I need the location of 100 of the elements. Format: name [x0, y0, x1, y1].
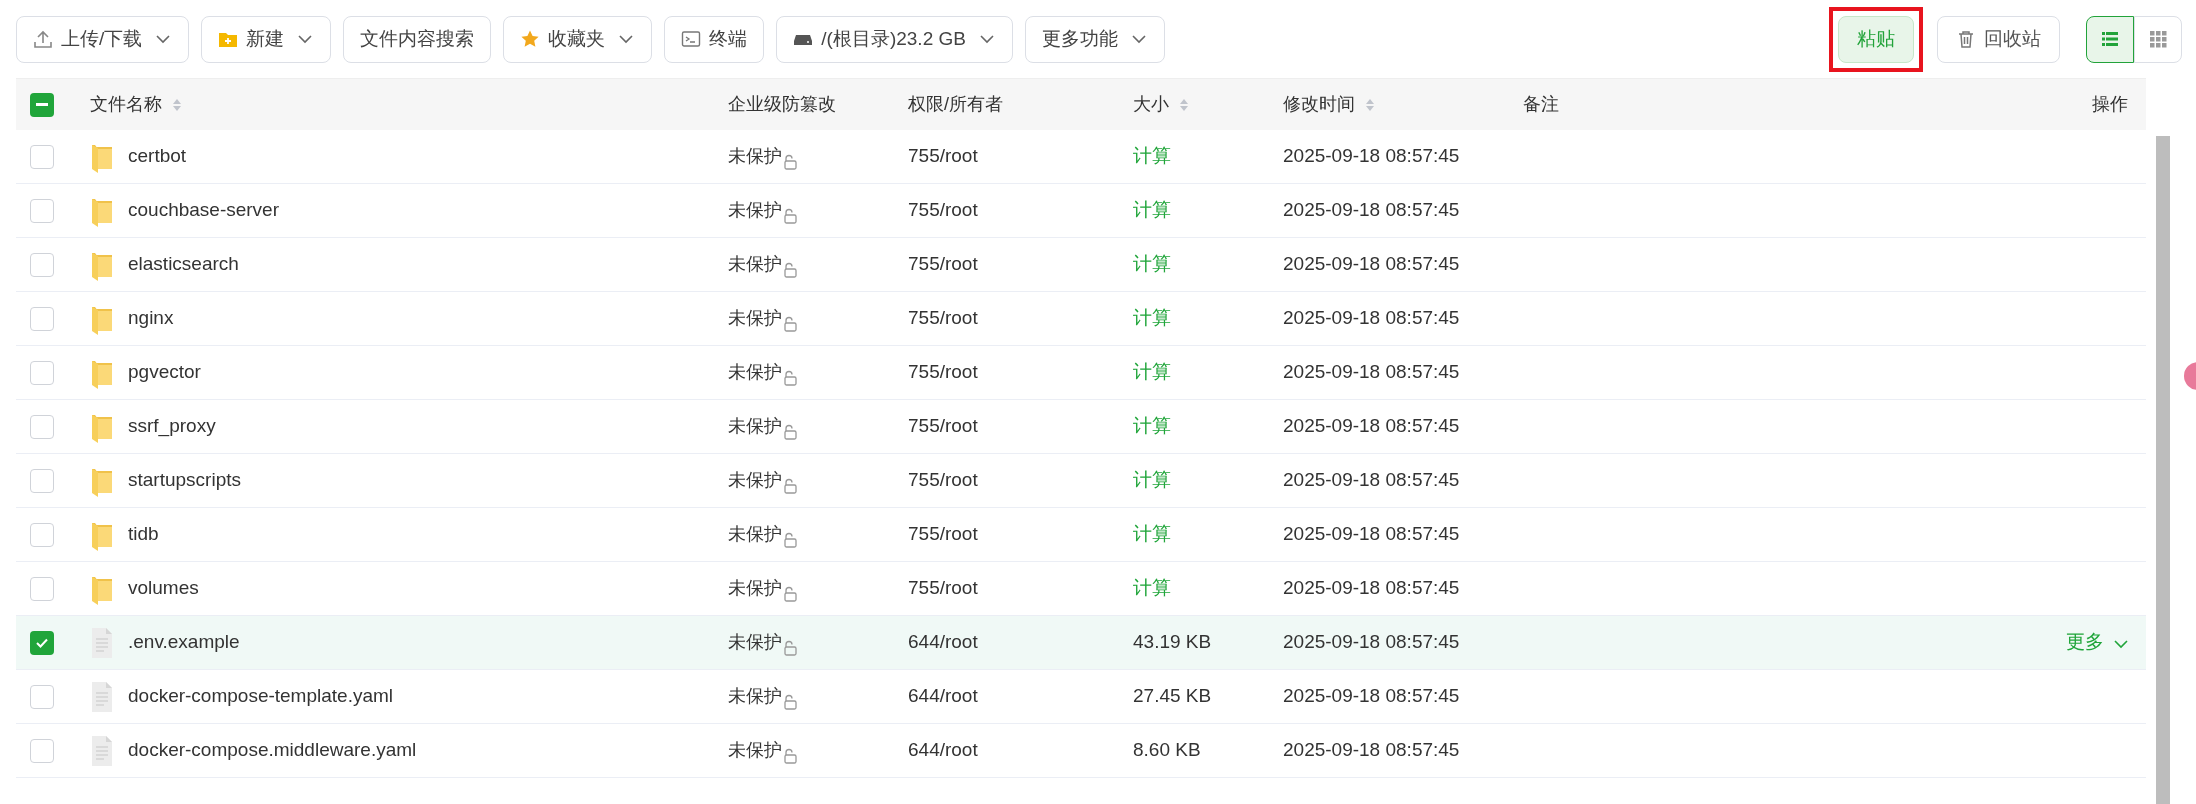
protection-status: 未保护 — [728, 361, 782, 384]
unlock-icon — [782, 208, 798, 224]
unlock-icon — [782, 640, 798, 656]
sort-icon — [172, 97, 182, 112]
permission[interactable]: 755/root — [908, 415, 978, 437]
toolbar-button[interactable]: 终端 — [664, 15, 765, 63]
toolbar-button[interactable]: 新建 — [201, 15, 332, 63]
file-name[interactable]: tidb — [128, 520, 159, 549]
unlock-icon — [782, 370, 798, 386]
permission[interactable]: 644/root — [908, 739, 978, 761]
file-name[interactable]: .env.example — [128, 628, 240, 657]
grid-icon — [2148, 29, 2168, 49]
toolbar-button[interactable]: 更多功能 — [1024, 15, 1165, 63]
file-icon — [90, 626, 114, 659]
column-header[interactable]: 权限/所有者 — [908, 91, 1003, 118]
star-icon — [520, 29, 541, 49]
checkbox[interactable] — [30, 684, 54, 709]
file-name[interactable]: certbot — [128, 142, 187, 171]
modified-time: 2025-09-18 08:57:45 — [1283, 739, 1460, 761]
protection-status: 未保护 — [728, 199, 782, 222]
checkbox[interactable] — [30, 576, 54, 601]
list-view-button[interactable] — [2086, 15, 2134, 63]
modified-time: 2025-09-18 08:57:45 — [1283, 577, 1460, 599]
permission[interactable]: 755/root — [908, 307, 978, 329]
protection-status: 未保护 — [728, 145, 782, 168]
scrollbar[interactable] — [2156, 136, 2170, 804]
column-header[interactable]: 大小 — [1133, 91, 1189, 118]
file-name[interactable]: pgvector — [128, 358, 201, 387]
permission[interactable]: 755/root — [908, 469, 978, 491]
column-header[interactable]: 企业级防篡改 — [728, 91, 836, 118]
file-icon — [90, 734, 114, 767]
permission[interactable]: 644/root — [908, 631, 978, 653]
column-header[interactable]: 备注 — [1523, 91, 1559, 118]
permission[interactable]: 755/root — [908, 523, 978, 545]
protection-status: 未保护 — [728, 631, 782, 654]
modified-time: 2025-09-18 08:57:45 — [1283, 307, 1460, 329]
checkbox[interactable] — [30, 522, 54, 547]
file-name[interactable]: ssrf_proxy — [128, 412, 216, 441]
checkbox[interactable] — [30, 468, 54, 493]
trash-icon — [1956, 29, 1976, 49]
unlock-icon — [782, 316, 798, 332]
permission[interactable]: 755/root — [908, 361, 978, 383]
checkbox[interactable] — [30, 198, 54, 223]
file-name[interactable]: couchbase-server — [128, 196, 280, 225]
protection-status: 未保护 — [728, 739, 782, 762]
unlock-icon — [782, 532, 798, 548]
file-size: 8.60 KB — [1133, 739, 1201, 761]
modified-time: 2025-09-18 08:57:45 — [1283, 199, 1460, 221]
modified-time: 2025-09-18 08:57:45 — [1283, 469, 1460, 491]
toolbar-button[interactable]: 收藏夹 — [503, 15, 653, 63]
modified-time: 2025-09-18 08:57:45 — [1283, 361, 1460, 383]
file-name[interactable]: docker-compose.middleware.yaml — [128, 736, 417, 765]
column-header[interactable]: 修改时间 — [1283, 91, 1375, 118]
column-header[interactable]: 文件名称 — [90, 91, 182, 118]
checkbox[interactable] — [30, 360, 54, 385]
checkbox[interactable] — [30, 414, 54, 439]
file-size: 27.45 KB — [1133, 685, 1212, 707]
column-header[interactable]: 操作 — [2092, 91, 2128, 118]
modified-time: 2025-09-18 08:57:45 — [1283, 145, 1460, 167]
sort-icon — [1179, 97, 1189, 112]
protection-status: 未保护 — [728, 523, 782, 546]
grid-view-button[interactable] — [2134, 15, 2182, 63]
modified-time: 2025-09-18 08:57:45 — [1283, 631, 1460, 653]
checkbox[interactable] — [30, 306, 54, 331]
checkbox[interactable] — [30, 92, 54, 117]
file-name[interactable]: startupscripts — [128, 466, 241, 495]
unlock-icon — [782, 478, 798, 494]
sort-icon — [1365, 97, 1375, 112]
toolbar-button[interactable]: /(根目录)23.2 GB — [776, 15, 1013, 63]
protection-status: 未保护 — [728, 469, 782, 492]
protection-status: 未保护 — [728, 577, 782, 600]
file-icon — [90, 680, 114, 713]
checkbox[interactable] — [30, 144, 54, 169]
unlock-icon — [782, 586, 798, 602]
unlock-icon — [782, 694, 798, 710]
file-name[interactable]: docker-compose-template.yaml — [128, 682, 394, 711]
trash-button[interactable]: 回收站 — [1937, 15, 2060, 63]
file-name[interactable]: elasticsearch — [128, 250, 239, 279]
permission[interactable]: 755/root — [908, 253, 978, 275]
unlock-icon — [782, 424, 798, 440]
modified-time: 2025-09-18 08:57:45 — [1283, 523, 1460, 545]
modified-time: 2025-09-18 08:57:45 — [1283, 253, 1460, 275]
toolbar-button[interactable]: 上传/下载 — [16, 15, 190, 63]
permission[interactable]: 755/root — [908, 199, 978, 221]
list-icon — [2100, 29, 2120, 49]
file-name[interactable]: volumes — [128, 574, 199, 603]
toolbar-button[interactable]: 文件内容搜索 — [343, 15, 492, 63]
file-name[interactable]: nginx — [128, 304, 174, 333]
modified-time: 2025-09-18 08:57:45 — [1283, 685, 1460, 707]
checkbox[interactable] — [30, 252, 54, 277]
permission[interactable]: 755/root — [908, 145, 978, 167]
checkbox[interactable] — [30, 738, 54, 763]
protection-status: 未保护 — [728, 685, 782, 708]
permission[interactable]: 644/root — [908, 685, 978, 707]
protection-status: 未保护 — [728, 415, 782, 438]
modified-time: 2025-09-18 08:57:45 — [1283, 415, 1460, 437]
unlock-icon — [782, 748, 798, 764]
permission[interactable]: 755/root — [908, 577, 978, 599]
unlock-icon — [782, 262, 798, 278]
checkbox[interactable] — [30, 630, 54, 655]
